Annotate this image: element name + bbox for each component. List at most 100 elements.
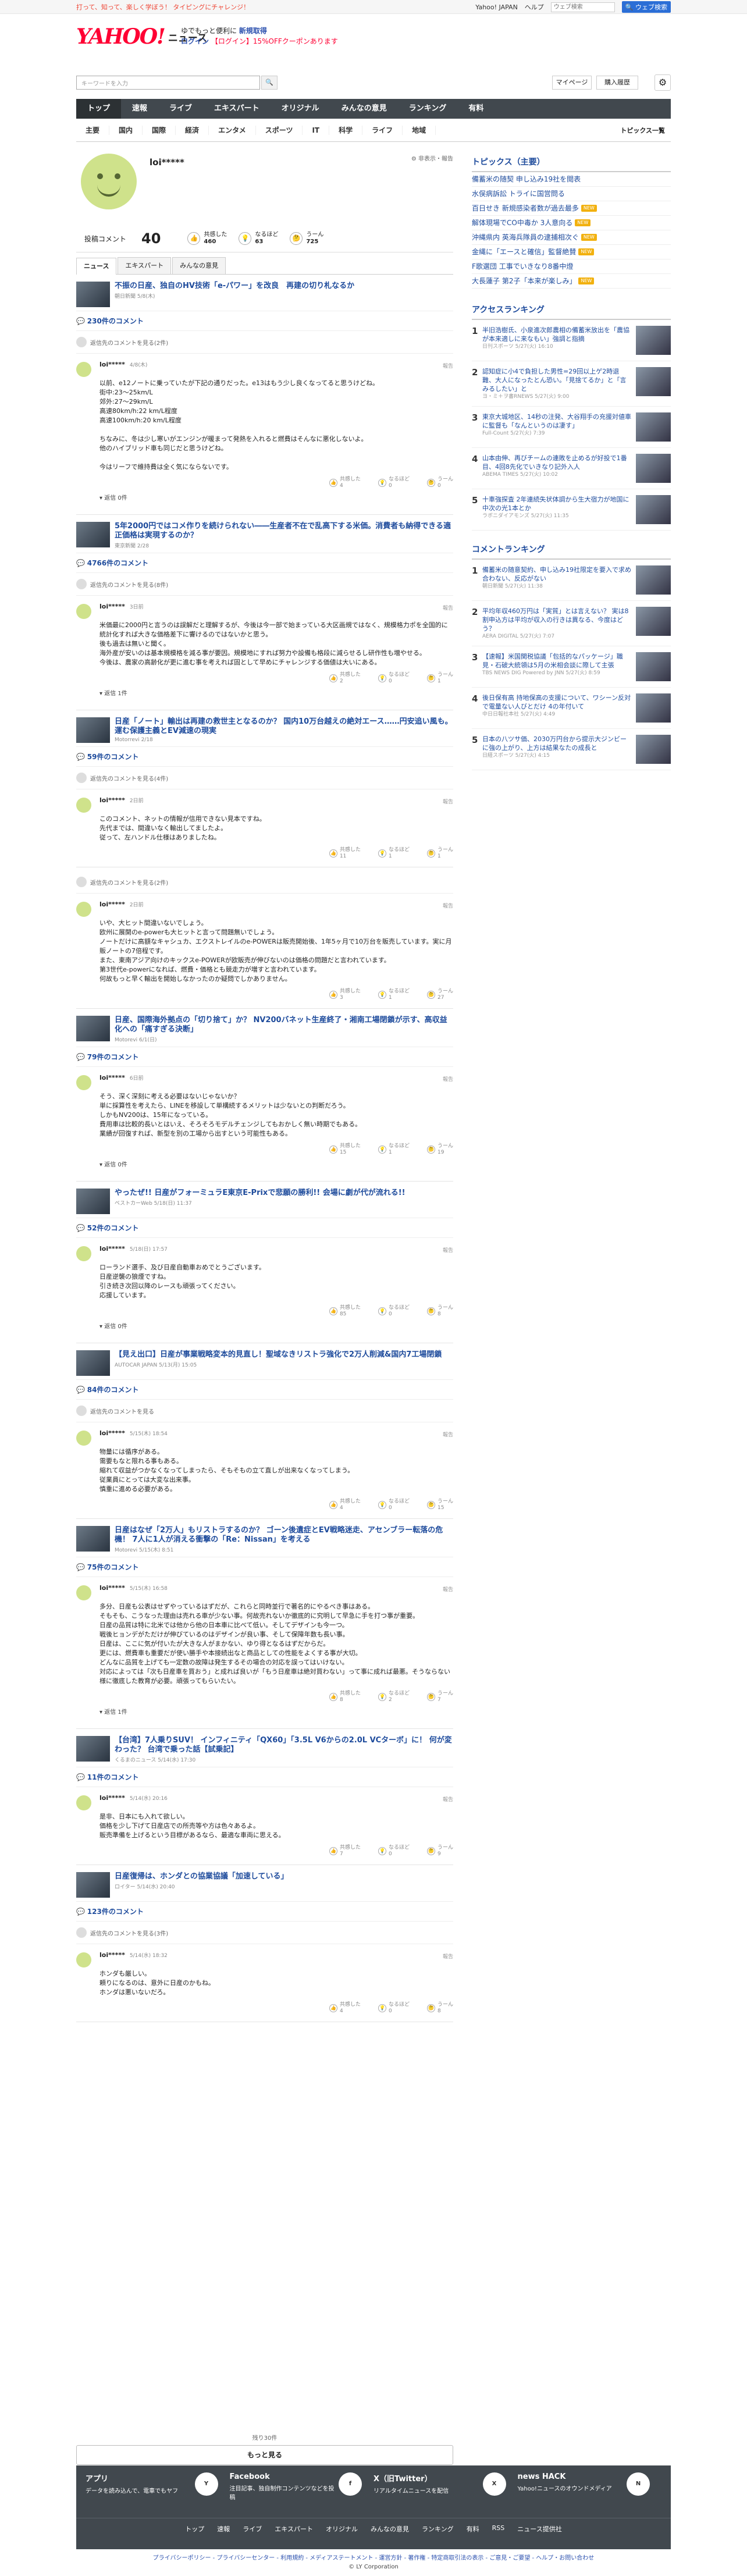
cat-entertainment[interactable]: エンタメ [209, 125, 256, 135]
comment-count-link[interactable]: 123件のコメント [76, 1902, 453, 1922]
footer-nav-link[interactable]: 有料 [467, 2524, 479, 2534]
article-link[interactable]: 【見え出口】日産が事業戦略変本的見直し！聖域なきリストラ強化で2万人削減&国内7… [76, 1347, 453, 1380]
parent-comment-link[interactable]: 返信先のコメントを見る(2件) [76, 331, 453, 354]
ranking-item[interactable]: 2 平均年収460万円は「実質」とは言えない？ 実は8割申込方は平均が収入の行きは… [472, 601, 671, 646]
cat-main[interactable]: 主要 [76, 125, 110, 135]
report-link[interactable]: 報告 [443, 1585, 453, 1593]
topic-item[interactable]: 沖縄県内 英海兵隊員の逮捕相次ぐ NEW [472, 230, 671, 245]
comment-author[interactable]: loi***** 5/14(水) 18:32 [99, 1951, 453, 1959]
hmm-button[interactable]: 🤔 うーん 7 [426, 1691, 453, 1703]
empathy-button[interactable]: 👍 共感した 15 [329, 1143, 361, 1156]
yahoo-japan-link[interactable]: Yahoo! JAPAN [475, 3, 518, 11]
gear-icon[interactable]: ⚙ [654, 74, 671, 91]
report-link[interactable]: 報告 [443, 1246, 453, 1254]
footer-social-item[interactable]: X（旧Twitter） リアルタイムニュースを配信 X [374, 2472, 518, 2501]
empathy-button[interactable]: 👍 共感した 4 [329, 476, 361, 489]
nav-opinions[interactable]: みんなの意見 [330, 99, 398, 119]
keyword-search-input[interactable]: キーワードを入力 [76, 76, 260, 90]
empathy-button[interactable]: 👍 共感した 8 [329, 1691, 361, 1703]
article-title[interactable]: 【見え出口】日産が事業戦略変本的見直し！聖域なきリストラ強化で2万人削減&国内7… [115, 1350, 442, 1360]
ranking-item[interactable]: 4 山本由伸、再びチームの連敗を止めるが好投で1番目、4回8先化でいきなり記外入人… [472, 448, 671, 489]
reply-toggle[interactable]: ▾ 返信 0件 [99, 1159, 453, 1174]
comment-author[interactable]: loi***** 3日前 [99, 603, 453, 610]
article-link[interactable]: 日産はなぜ「2万人」もリストラするのか？ ゴーン後遺症とEV戦略迷走、アセンブラ… [76, 1522, 453, 1557]
footer-links[interactable]: プライバシーポリシー - プライバシーセンター - 利用規約 - メディアステー… [0, 2553, 747, 2561]
comment-author[interactable]: loi***** 6日前 [99, 1074, 453, 1081]
article-title[interactable]: 日産復帰は、ホンダとの協業協議「加速している」 [115, 1872, 288, 1881]
article-link[interactable]: やったぜ!! 日産がフォーミュラE東京E-Prixで悲願の勝利!! 会場に劇が代… [76, 1185, 453, 1218]
empathy-button[interactable]: 👍 共感した 4 [329, 1499, 361, 1511]
naruhodo-button[interactable]: 💡 なるほど 0 [378, 1305, 410, 1318]
naruhodo-button[interactable]: 💡 なるほど 0 [378, 476, 410, 489]
ranking-item[interactable]: 1 半旧浩樹氏、小泉進次郎農相の備蓄米放出を「農協が本来適しに来なもい」強調と指摘… [472, 320, 671, 361]
nav-live[interactable]: ライブ [158, 99, 203, 119]
naruhodo-button[interactable]: 💡 なるほど 0 [378, 672, 410, 685]
search-icon[interactable]: 🔍 [261, 76, 278, 90]
hmm-button[interactable]: 🤔 うーん 1 [426, 847, 453, 860]
report-link[interactable]: ⚙ 非表示・報告 [411, 154, 453, 162]
report-link[interactable]: 報告 [443, 1795, 453, 1803]
topics-list-link[interactable]: トピックス一覧 [620, 126, 665, 135]
comment-count-link[interactable]: 11件のコメント [76, 1767, 453, 1787]
topic-item[interactable]: 水俣病訴訟 トライに国営問る [472, 187, 671, 201]
hmm-button[interactable]: 🤔 うーん 8 [426, 1305, 453, 1318]
topic-item[interactable]: F歌選団 工事でいきなり8番中燈 [472, 259, 671, 274]
load-more-button[interactable]: もっと見る [76, 2445, 453, 2465]
topic-item[interactable]: 備蓄米の随契 申し込み19社を閲表 [472, 172, 671, 187]
naruhodo-button[interactable]: 💡 なるほど 2 [378, 1691, 410, 1703]
report-link[interactable]: 報告 [443, 1952, 453, 1960]
article-title[interactable]: 5年2000円ではコメ作りを続けられない――生産者不在で乱高下する米価。消費者も… [115, 522, 453, 540]
cat-region[interactable]: 地域 [403, 125, 436, 135]
comment-author[interactable]: loi***** 2日前 [99, 901, 453, 908]
cat-international[interactable]: 国際 [143, 125, 176, 135]
topic-item[interactable]: 金縄に「エースと確信」監督絶賛 NEW [472, 245, 671, 259]
comment-count-link[interactable]: 84件のコメント [76, 1380, 453, 1400]
tab-opinions[interactable]: みんなの意見 [172, 257, 226, 274]
parent-comment-link[interactable]: 返信先のコメントを見る(8件) [76, 573, 453, 596]
mypage-button[interactable]: マイページ [552, 76, 592, 90]
footer-nav-link[interactable]: みんなの意見 [371, 2524, 409, 2534]
hmm-button[interactable]: 🤔 うーん 0 [426, 476, 453, 489]
empathy-button[interactable]: 👍 共感した 85 [329, 1305, 361, 1318]
parent-comment-link[interactable]: 返信先のコメントを見る(2件) [76, 871, 453, 894]
ranking-item[interactable]: 4 後日保有高 持地保高の支援について、ワシーン反対で電量ない人びとだけ 4の年付… [472, 688, 671, 729]
comment-count-link[interactable]: 52件のコメント [76, 1218, 453, 1238]
comment-author[interactable]: loi***** 4/8(木) [99, 361, 453, 368]
footer-nav-link[interactable]: ニュース提供社 [517, 2524, 561, 2534]
nav-breaking[interactable]: 速報 [121, 99, 158, 119]
article-title[interactable]: 不振の日産、独自のHV技術「e-パワー」を改良 再建の切り札なるか [115, 282, 354, 291]
hmm-button[interactable]: 🤔 うーん 1 [426, 672, 453, 685]
parent-comment-link[interactable]: 返信先のコメントを見る [76, 1400, 453, 1422]
ranking-item[interactable]: 3 【速報】米国関税協議「包括的なパッケージ」職見・石破大統領は5月の米相会談に際… [472, 646, 671, 688]
cat-life[interactable]: ライフ [362, 125, 403, 135]
hmm-button[interactable]: 🤔 うーん 15 [426, 1499, 453, 1511]
article-link[interactable]: 不振の日産、独自のHV技術「e-パワー」を改良 再建の切り札なるか 朝日新聞 5/… [76, 278, 453, 311]
reply-toggle[interactable]: ▾ 返信 1件 [99, 688, 453, 703]
reply-toggle[interactable]: ▾ 返信 0件 [99, 1321, 453, 1336]
comment-count-link[interactable]: 59件のコメント [76, 747, 453, 767]
parent-comment-link[interactable]: 返信先のコメントを見る(4件) [76, 767, 453, 789]
naruhodo-button[interactable]: 💡 なるほど 0 [378, 1499, 410, 1511]
topic-item[interactable]: 解体現場でCO中毒か 3人意向る NEW [472, 216, 671, 230]
help-link[interactable]: ヘルプ [525, 2, 544, 12]
comment-author[interactable]: loi***** 5/15(木) 16:58 [99, 1584, 453, 1592]
nav-top[interactable]: トップ [76, 99, 122, 119]
article-link[interactable]: 日産、国際海外拠点の「切り捨て」か？ NV200バネット生産終了・湘南工場閉鎖が… [76, 1012, 453, 1047]
naruhodo-button[interactable]: 💡 なるほど 1 [378, 988, 410, 1001]
parent-comment-link[interactable]: 返信先のコメントを見る(3件) [76, 1922, 453, 1944]
comment-count-link[interactable]: 75件のコメント [76, 1557, 453, 1577]
comment-count-link[interactable]: 4766件のコメント [76, 553, 453, 573]
empathy-button[interactable]: 👍 共感した 2 [329, 672, 361, 685]
article-link[interactable]: 日産復帰は、ホンダとの協業協議「加速している」 ロイター 5/14(水) 20:4… [76, 1869, 453, 1902]
report-link[interactable]: 報告 [443, 362, 453, 369]
naruhodo-button[interactable]: 💡 なるほど 0 [378, 1845, 410, 1858]
reply-toggle[interactable]: ▾ 返信 1件 [99, 1707, 453, 1721]
report-link[interactable]: 報告 [443, 798, 453, 805]
nav-paid[interactable]: 有料 [457, 99, 495, 119]
naruhodo-button[interactable]: 💡 なるほど 0 [378, 2002, 410, 2015]
comment-author[interactable]: loi***** 5/14(水) 20:16 [99, 1794, 453, 1802]
footer-nav-link[interactable]: トップ [185, 2524, 204, 2534]
comment-author[interactable]: loi***** 5/15(木) 18:54 [99, 1429, 453, 1437]
nav-expert[interactable]: エキスパート [203, 99, 271, 119]
cat-science[interactable]: 科学 [329, 125, 363, 135]
